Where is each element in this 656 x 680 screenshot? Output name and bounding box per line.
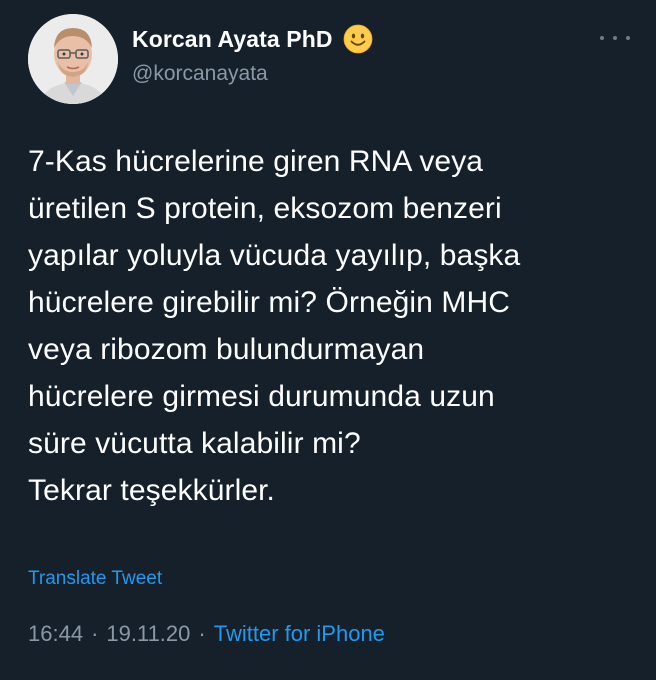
avatar[interactable] xyxy=(28,14,118,104)
tweet-card: Korcan Ayata PhD @korcanayata 7-Kas hücr… xyxy=(0,0,656,680)
display-name[interactable]: Korcan Ayata PhD xyxy=(132,26,333,53)
more-dot xyxy=(613,36,617,40)
tweet-text: 7-Kas hücrelerine giren RNA veya üretile… xyxy=(28,145,521,507)
tweet-client-link[interactable]: Twitter for iPhone xyxy=(214,621,385,647)
more-dot xyxy=(600,36,604,40)
user-handle[interactable]: @korcanayata xyxy=(132,62,268,86)
more-horizontal-icon[interactable] xyxy=(600,30,630,46)
meta-separator: · xyxy=(91,621,99,646)
smiling-face-emoji-icon xyxy=(343,24,372,54)
translate-tweet-link[interactable]: Translate Tweet xyxy=(28,568,162,590)
avatar-photo xyxy=(28,14,118,104)
tweet-meta: 16:44 · 19.11.20 · Twitter for iPhone xyxy=(28,621,385,647)
author-name-row: Korcan Ayata PhD xyxy=(132,24,373,54)
tweet-header: Korcan Ayata PhD @korcanayata xyxy=(26,10,636,104)
tweet-time[interactable]: 16:44 xyxy=(28,621,83,647)
meta-separator: · xyxy=(198,621,206,646)
more-dot xyxy=(626,36,630,40)
tweet-date[interactable]: 19.11.20 xyxy=(106,621,190,647)
